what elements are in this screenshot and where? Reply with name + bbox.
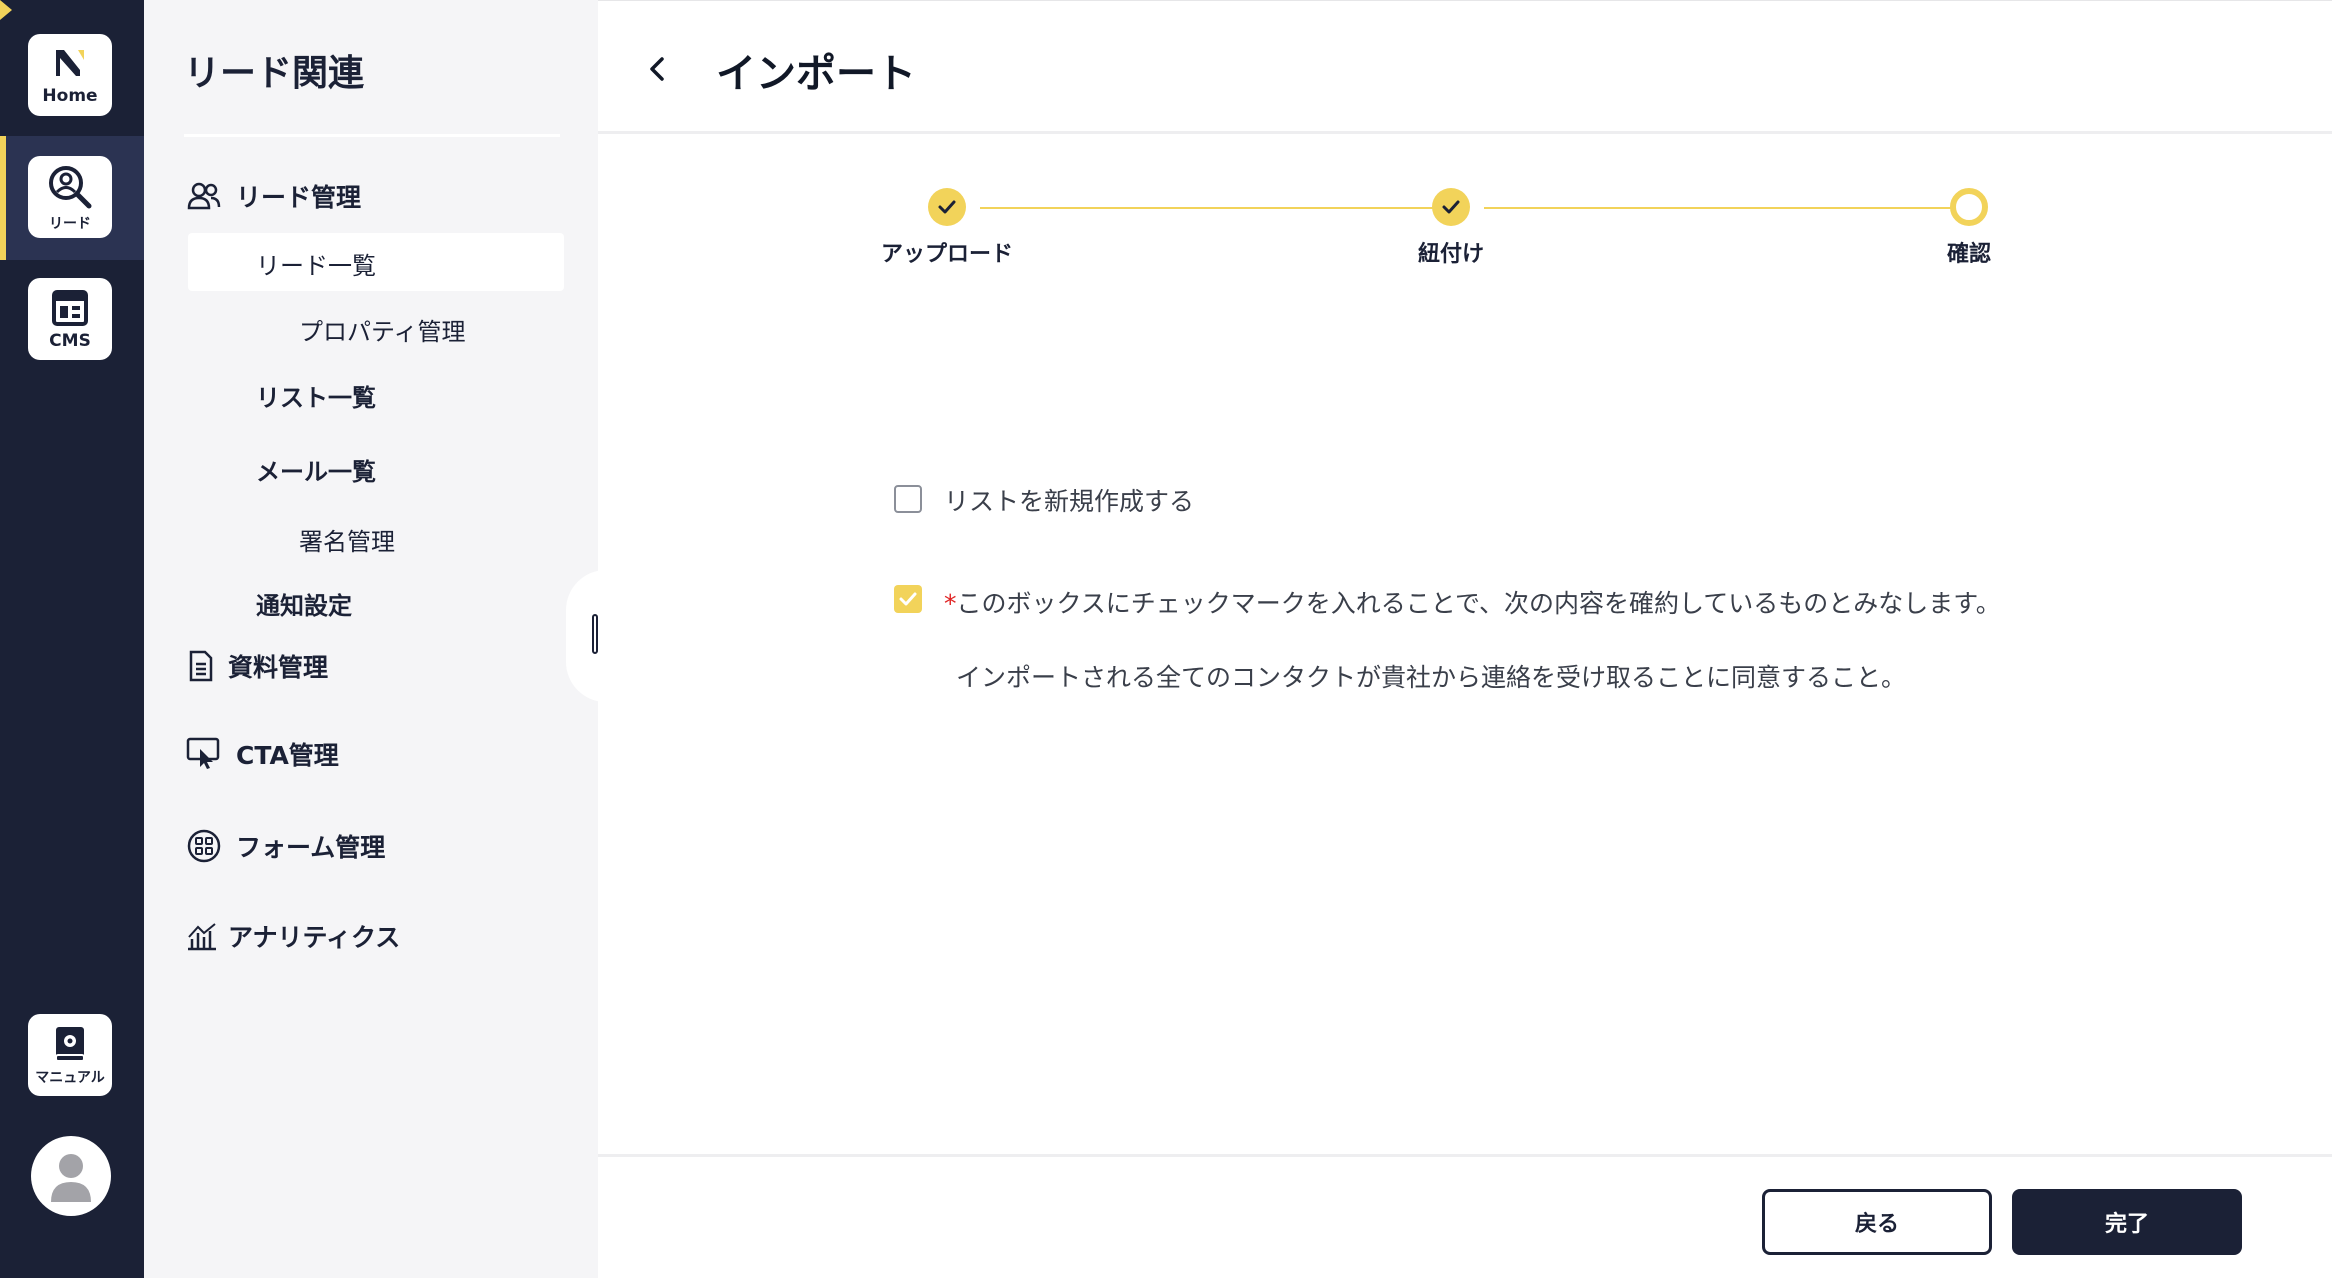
action-footer: 戻る 完了 [598, 1154, 2332, 1278]
brand-logo-icon [50, 46, 90, 86]
sidebar-item-label: メール一覧 [256, 458, 376, 486]
back-step-button[interactable]: 戻る [1762, 1189, 1992, 1255]
sidebar-item-label: リスト一覧 [256, 384, 376, 412]
sidebar-title: リード関連 [184, 53, 365, 94]
users-icon [186, 178, 222, 214]
sidebar-item-analytics[interactable]: アナリティクス [186, 918, 400, 954]
cms-label: CMS [49, 330, 91, 351]
step-mapping-label: 紐付け [1417, 242, 1485, 267]
sidebar-item-signature-management[interactable]: 署名管理 [299, 522, 395, 557]
main-content: インポート アップロード 紐付け 確認 リストを新規作成する *このボックスにチ… [598, 0, 2332, 1278]
cms-layout-icon [51, 289, 89, 331]
page-title: インポート [716, 51, 916, 97]
step-confirm-indicator [1950, 188, 1988, 226]
check-icon [1442, 200, 1460, 214]
home-button[interactable]: Home [28, 34, 112, 116]
lead-search-icon [45, 163, 95, 215]
back-button[interactable] [642, 49, 674, 89]
form-grid-icon [186, 828, 222, 864]
consent-detail: インポートされる全てのコンタクトが貴社から連絡を受け取ることに同意すること。 [956, 663, 1907, 692]
sidebar-item-label: CTA管理 [236, 741, 339, 770]
cta-pointer-icon [186, 736, 222, 772]
chevron-left-icon [650, 57, 664, 81]
step-upload-label: アップロード [880, 242, 1014, 267]
user-avatar[interactable] [31, 1136, 111, 1216]
secondary-sidebar: リード関連 リード管理 リード一覧 プロパティ管理 リスト一覧 メール一覧 署名… [144, 0, 598, 1278]
stepper-connector [980, 207, 1446, 209]
sidebar-item-cta-management[interactable]: CTA管理 [186, 736, 339, 772]
cms-nav-button[interactable]: CMS [28, 278, 112, 360]
sidebar-item-form-management[interactable]: フォーム管理 [186, 828, 385, 864]
sidebar-item-label: フォーム管理 [236, 833, 386, 862]
new-list-label: リストを新規作成する [944, 487, 1195, 516]
step-upload-indicator [928, 188, 966, 226]
stepper-connector [1484, 207, 1960, 209]
new-list-checkbox[interactable] [894, 485, 922, 513]
check-icon [899, 592, 917, 606]
analytics-chart-icon [186, 918, 218, 954]
step-mapping-indicator [1432, 188, 1470, 226]
sidebar-divider [184, 134, 560, 137]
check-icon [938, 200, 956, 214]
app-rail: Home リード CMS マニュアル [0, 0, 144, 1278]
sidebar-item-mail-list[interactable]: メール一覧 [256, 452, 376, 487]
page-header: インポート [598, 0, 2332, 134]
document-icon [186, 648, 216, 684]
required-mark: * [944, 589, 957, 618]
sidebar-selected-highlight [188, 233, 564, 291]
sidebar-item-label: リード一覧 [256, 252, 376, 280]
sidebar-item-notification-settings[interactable]: 通知設定 [256, 586, 352, 621]
sidebar-item-label: 通知設定 [256, 592, 352, 620]
consent-label: *このボックスにチェックマークを入れることで、次の内容を確約しているものとみなし… [944, 584, 2001, 620]
manual-label: マニュアル [35, 1070, 105, 1086]
sidebar-item-label: アナリティクス [228, 923, 401, 952]
sidebar-item-lead-list[interactable]: リード一覧 [256, 246, 376, 281]
sidebar-item-label: プロパティ管理 [299, 318, 466, 346]
user-icon [51, 1154, 91, 1202]
consent-checkbox[interactable] [894, 585, 922, 613]
rail-corner-marker [0, 0, 12, 20]
sidebar-item-lead-management[interactable]: リード管理 [186, 178, 361, 214]
sidebar-item-property-management[interactable]: プロパティ管理 [299, 312, 466, 347]
sidebar-item-label: 署名管理 [299, 528, 395, 556]
step-confirm-label: 確認 [1946, 242, 1992, 267]
manual-button[interactable]: マニュアル [28, 1014, 112, 1096]
sidebar-item-list-list[interactable]: リスト一覧 [256, 378, 376, 413]
sidebar-item-label: リード管理 [236, 183, 362, 212]
sidebar-item-document-management[interactable]: 資料管理 [186, 648, 328, 684]
lead-label: リード [49, 216, 91, 232]
manual-book-icon [52, 1025, 88, 1069]
finish-button[interactable]: 完了 [2012, 1189, 2242, 1255]
sidebar-item-label: 資料管理 [228, 653, 329, 682]
lead-nav-button[interactable]: リード [28, 156, 112, 238]
home-label: Home [42, 85, 98, 106]
consent-text: このボックスにチェックマークを入れることで、次の内容を確約しているものとみなしま… [956, 589, 2001, 618]
